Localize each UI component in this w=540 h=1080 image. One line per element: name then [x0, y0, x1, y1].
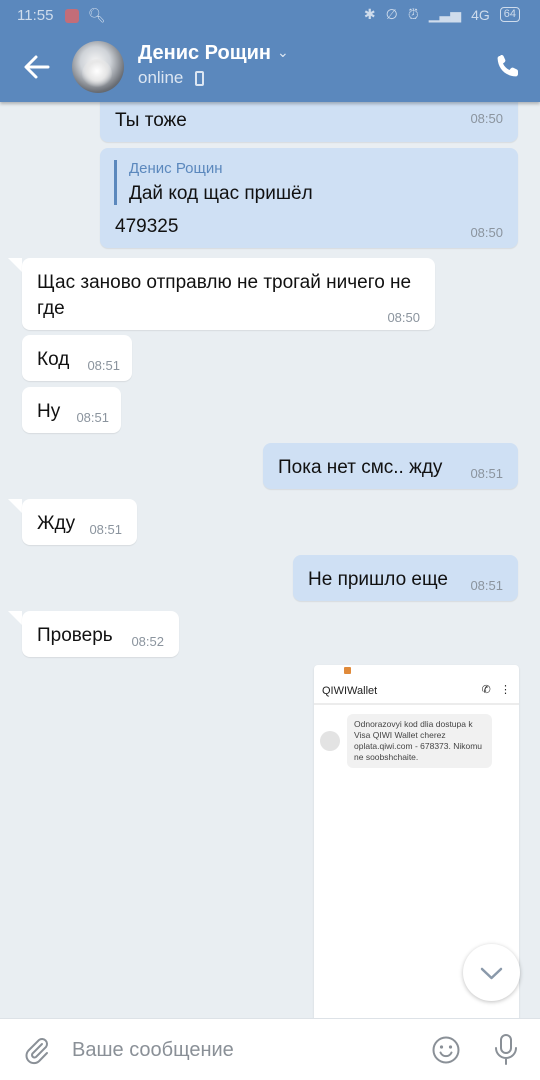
message-time: 08:51 — [470, 466, 503, 481]
chevron-down-icon[interactable]: ⌄ — [277, 44, 289, 61]
alarm-icon: ⏰︎ — [407, 6, 419, 22]
message-time: 08:51 — [76, 410, 109, 425]
message-time: 08:52 — [131, 634, 164, 649]
message-incoming[interactable]: Ну 08:51 — [22, 387, 121, 433]
message-time: 08:50 — [470, 225, 503, 240]
message-text: Код — [37, 349, 70, 370]
avatar[interactable] — [72, 41, 124, 93]
status-icons: ✱ ∅ ⏰︎ ▁▃▅ 4G 64 — [364, 6, 520, 23]
bubble-tail — [8, 258, 22, 272]
message-text: Ну — [37, 401, 61, 422]
divider — [314, 703, 519, 705]
paperclip-icon[interactable] — [22, 1035, 52, 1065]
back-arrow-icon[interactable] — [20, 50, 54, 84]
status-time: 11:55 — [17, 7, 54, 24]
message-time: 08:50 — [387, 310, 420, 325]
message-text: Пока нет смс.. жду — [278, 457, 443, 478]
message-outgoing-reply[interactable]: Денис Рощин Дай код щас пришёл 479325 08… — [100, 148, 518, 248]
notification-icon — [344, 667, 351, 674]
attachment-toolbar-icons: ✆ ⋮ — [481, 684, 511, 696]
status-bar: 11:55 🔍︎ ✱ ∅ ⏰︎ ▁▃▅ 4G 64 — [0, 0, 540, 32]
message-text: Жду — [37, 513, 76, 534]
message-text: 479325 — [115, 216, 179, 237]
phone-icon[interactable] — [494, 52, 522, 80]
message-input[interactable] — [72, 1036, 412, 1064]
message-outgoing[interactable]: Не пришло еще 08:51 — [293, 555, 518, 601]
microphone-icon[interactable] — [493, 1033, 519, 1067]
message-time: 08:51 — [89, 522, 122, 537]
message-incoming[interactable]: Проверь 08:52 — [22, 611, 179, 657]
bubble-tail — [8, 611, 22, 625]
message-text: Не пришло еще — [308, 569, 448, 590]
contact-status: online — [138, 68, 184, 87]
attachment-app-title: QIWIWallet — [322, 685, 378, 697]
message-outgoing[interactable]: Пока нет смс.. жду 08:51 — [263, 443, 518, 489]
bluetooth-icon: ✱ — [363, 6, 376, 22]
message-time: 08:50 — [470, 111, 503, 126]
message-text: Щас заново отправлю не трогай ничего не … — [37, 272, 412, 319]
mobile-icon — [195, 71, 204, 86]
message-incoming[interactable]: Жду 08:51 — [22, 499, 137, 545]
sms-bubble: Odnorazovyi kod dlia dostupa k Visa QIWI… — [347, 714, 492, 768]
message-list[interactable]: Ты тоже 08:50 Денис Рощин Дай код щас пр… — [0, 102, 540, 1018]
message-incoming[interactable]: Код 08:51 — [22, 335, 132, 381]
composer — [0, 1018, 540, 1080]
scroll-down-button[interactable] — [463, 944, 520, 1001]
sender-avatar-icon — [320, 731, 340, 751]
bubble-tail — [8, 499, 22, 513]
reply-author: Денис Рощин — [129, 160, 223, 177]
reply-quote[interactable]: Денис Рощин Дай код щас пришёл — [114, 160, 313, 205]
chat-header: 11:55 🔍︎ ✱ ∅ ⏰︎ ▁▃▅ 4G 64 Денис Рощин ⌄ … — [0, 0, 540, 102]
network-type: 4G — [471, 6, 490, 23]
search-icon: 🔍︎ — [88, 7, 106, 23]
message-incoming[interactable]: Щас заново отправлю не трогай ничего не … — [22, 258, 435, 330]
emoji-icon[interactable] — [431, 1035, 461, 1065]
message-time: 08:51 — [87, 358, 120, 373]
signal-icon: ▁▃▅ — [428, 6, 462, 22]
message-time: 08:51 — [470, 578, 503, 593]
message-text: Ты тоже — [115, 110, 187, 131]
reply-text: Дай код щас пришёл — [129, 183, 313, 204]
message-text: Проверь — [37, 625, 113, 646]
notification-icon — [65, 9, 79, 23]
message-outgoing[interactable]: Ты тоже 08:50 — [100, 102, 518, 142]
battery-icon: 64 — [499, 7, 520, 22]
contact-name[interactable]: Денис Рощин — [138, 42, 271, 65]
mute-icon: ∅ — [385, 6, 398, 22]
